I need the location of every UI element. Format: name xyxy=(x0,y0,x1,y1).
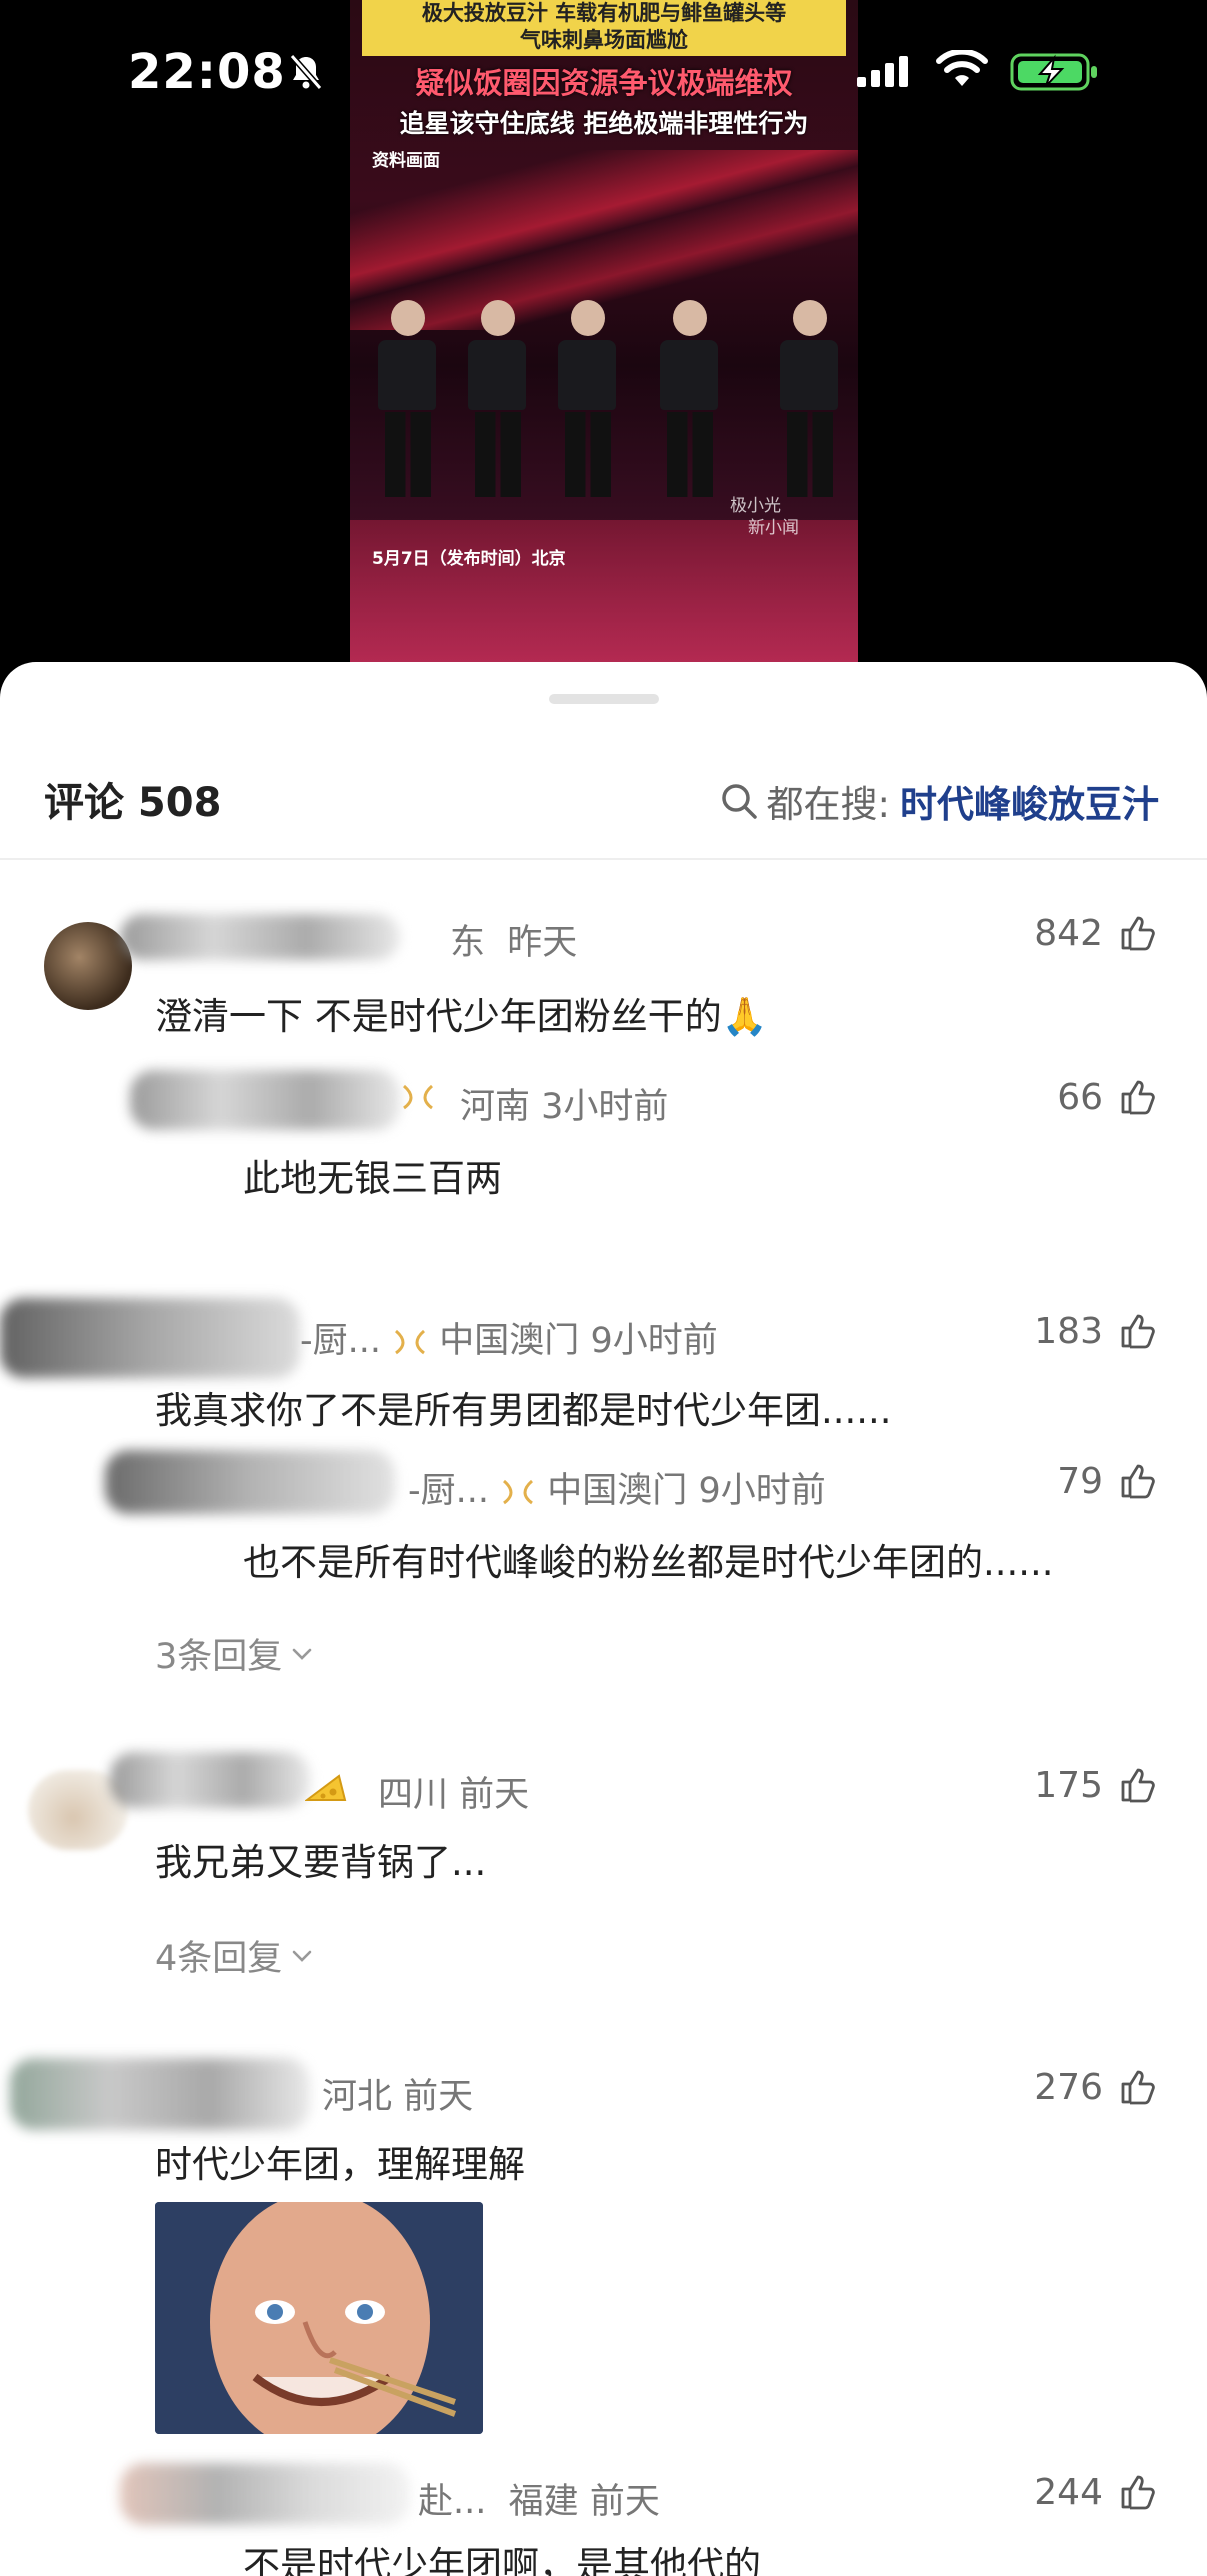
comment-meta: 四川 前天 xyxy=(378,1775,530,1815)
trending-search[interactable]: 都在搜: 时代峰峻放豆汁 xyxy=(719,774,1159,828)
performer xyxy=(660,300,720,500)
reply-text[interactable]: 也不是所有时代峰峻的粉丝都是时代少年团的...... xyxy=(243,1532,1054,1586)
comment-header: 评论 508 都在搜: 时代峰峻放豆汁 xyxy=(0,770,1207,854)
comment-text[interactable]: 我兄弟又要背锅了... xyxy=(155,1832,486,1886)
video-watermark: 极小光 新小闻 xyxy=(730,496,799,538)
sheet-drag-handle[interactable] xyxy=(549,694,659,704)
thumbs-up-icon xyxy=(1121,1314,1155,1349)
performer xyxy=(558,300,618,500)
performer xyxy=(468,300,528,500)
fan-badge-icon xyxy=(402,1084,434,1110)
username-redacted xyxy=(120,914,400,960)
like-button[interactable]: 66 xyxy=(1057,1076,1159,1118)
like-button[interactable]: 175 xyxy=(1034,1764,1159,1806)
video-caption: 5月7日（发布时间）北京 xyxy=(372,549,566,569)
avatar-redacted xyxy=(0,1298,300,1378)
status-time: 22:08 xyxy=(128,44,286,100)
search-prefix: 都在搜: xyxy=(766,783,890,826)
like-button[interactable]: 276 xyxy=(1034,2066,1159,2108)
video-background: 极大投放豆汁 车载有机肥与鲱鱼罐头等 气味刺鼻场面尴尬 疑似饭圈因资源争议极端维… xyxy=(0,0,1207,680)
video-player[interactable]: 极大投放豆汁 车载有机肥与鲱鱼罐头等 气味刺鼻场面尴尬 疑似饭圈因资源争议极端维… xyxy=(350,0,858,665)
stage-floor xyxy=(350,520,858,665)
like-button[interactable]: 183 xyxy=(1034,1310,1159,1352)
thumbs-up-icon xyxy=(1121,1080,1155,1115)
thumbs-up-icon xyxy=(1121,2475,1155,2510)
smiling-man-sticker xyxy=(155,2202,483,2434)
comment-meta: -厨... 中国澳门 9小时前 xyxy=(300,1321,718,1361)
performer xyxy=(780,300,840,500)
comment-meta: 河北 前天 xyxy=(322,2077,474,2117)
search-term[interactable]: 时代峰峻放豆汁 xyxy=(900,774,1159,828)
fan-badge-icon xyxy=(395,1329,426,1355)
thumbs-up-icon xyxy=(1121,1768,1155,1803)
comment-image[interactable] xyxy=(155,2202,483,2434)
search-icon xyxy=(721,784,757,819)
comment-text[interactable]: 我真求你了不是所有男团都是时代少年团...... xyxy=(155,1380,892,1434)
video-headline: 疑似饭圈因资源争议极端维权 xyxy=(415,66,793,100)
bell-muted-icon xyxy=(289,54,323,90)
username-redacted xyxy=(110,1752,310,1808)
username-redacted xyxy=(130,1070,400,1130)
divider xyxy=(0,858,1207,860)
comment-text[interactable]: 澄清一下 不是时代少年团粉丝干的🙏 xyxy=(155,986,768,1040)
like-button[interactable]: 842 xyxy=(1034,912,1159,954)
reply-meta: -厨... 中国澳门 9小时前 xyxy=(408,1471,826,1511)
comment-text[interactable]: 时代少年团，理解理解 xyxy=(155,2134,525,2188)
chevron-down-icon xyxy=(292,1648,312,1660)
thumbs-up-icon xyxy=(1121,2070,1155,2105)
reply-meta: 赴... 福建 前天 xyxy=(418,2482,660,2522)
like-button[interactable]: 244 xyxy=(1034,2471,1159,2513)
avatar-redacted xyxy=(10,2058,310,2130)
battery-charging-icon xyxy=(1010,53,1097,91)
reply-text[interactable]: 此地无银三百两 xyxy=(243,1148,502,1202)
like-button[interactable]: 79 xyxy=(1057,1460,1159,1502)
video-banner: 极大投放豆汁 车载有机肥与鲱鱼罐头等 气味刺鼻场面尴尬 xyxy=(362,0,846,56)
comment-count-title: 评论 508 xyxy=(44,780,222,826)
comment-sheet: 评论 508 都在搜: 时代峰峻放豆汁 东 昨天 842 澄清一下 不是时代少年… xyxy=(0,662,1207,2576)
thumbs-up-icon xyxy=(1121,916,1155,951)
cheese-emoji-icon xyxy=(305,1774,347,1801)
view-replies-button[interactable]: 3条回复 xyxy=(155,1628,316,1679)
avatar[interactable] xyxy=(44,922,132,1010)
signal-icon xyxy=(857,56,908,87)
reply-meta: 河南 3小时前 xyxy=(460,1087,669,1127)
performer xyxy=(378,300,438,500)
username-redacted xyxy=(120,2463,410,2525)
username-redacted xyxy=(105,1450,395,1514)
comment-meta: 东 昨天 xyxy=(450,923,578,963)
fan-badge-icon xyxy=(503,1479,534,1505)
chevron-down-icon xyxy=(292,1950,312,1962)
wifi-icon xyxy=(936,50,988,86)
video-subline: 追星该守住底线 拒绝极端非理性行为 xyxy=(399,109,809,138)
view-replies-button[interactable]: 4条回复 xyxy=(155,1930,316,1981)
thumbs-up-icon xyxy=(1121,1464,1155,1499)
material-label: 资料画面 xyxy=(372,151,440,171)
reply-text[interactable]: 不是时代少年团啊，是其他代的 xyxy=(243,2535,761,2576)
